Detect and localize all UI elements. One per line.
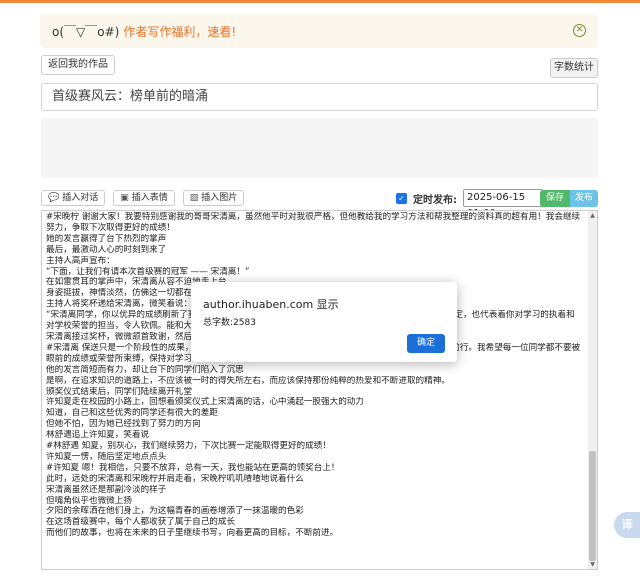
speech-bubble-icon: 💬: [48, 193, 60, 203]
notice-banner: o(￣▽￣o#) 作者写作福利，速看! ✕: [40, 14, 598, 48]
editor-line: 许知夏走在校园的小路上，回想着颁奖仪式上宋清离的话，心中涌起一股强大的动力: [46, 397, 364, 408]
editor-line: 最后，最激动人心的时刻到来了: [46, 244, 167, 255]
editor-scrollbar[interactable]: ▲ ▼: [588, 211, 597, 569]
top-accent-bar: [0, 0, 640, 3]
editor-line: 但她不怕，因为她已经找到了努力的方向: [46, 419, 201, 430]
editor-line: “下面，让我们有请本次首级赛的冠军 —— 宋清离！”: [46, 266, 250, 277]
scrollbar-thumb[interactable]: [589, 451, 596, 561]
dialog-ok-button[interactable]: 确定: [407, 334, 445, 353]
chapter-content-editor[interactable]: #宋晚柠 谢谢大家！我要特别感谢我的哥哥宋清离，虽然他平时对我很严格，但他教给我…: [41, 210, 598, 570]
editor-line: 此时，远处的宋清离和宋晚柠并肩走着，宋晚柠叽叽喳喳地说着什么: [46, 473, 304, 484]
editor-line: 主持人高声宣布：: [46, 255, 115, 266]
editor-line: 颁奖仪式结束后，同学们陆续离开礼堂: [46, 386, 193, 397]
dialog-title: author.ihuaben.com 显示: [203, 298, 339, 311]
editor-line: 宋清离虽然还是那副冷淡的样子: [46, 484, 167, 495]
editor-line: 许知夏一愣，随后坚定地点点头: [46, 451, 167, 462]
scheduled-publish-label: 定时发布:: [413, 194, 457, 206]
back-to-works-button[interactable]: 返回我的作品: [41, 55, 115, 75]
save-button[interactable]: 保存: [540, 190, 570, 207]
editor-line: 她的发言赢得了台下热烈的掌声: [46, 233, 167, 244]
editor-line: 夕阳的余晖洒在他们身上，为这幅青春的画卷增添了一抹温暖的色彩: [46, 506, 304, 517]
editor-line: 他的发言简短而有力，却让台下的同学们陷入了沉思: [46, 364, 244, 375]
image-icon: ▨: [189, 193, 199, 203]
editor-line: 而他们的故事，也将在未来的日子里继续书写，向着更高的目标，不断前进。: [46, 528, 339, 539]
editor-line: 但嘴角似乎也微微上扬: [46, 495, 132, 506]
editor-line: 知道，自己和这些优秀的同学还有很大的差距: [46, 408, 218, 419]
dialog-message: 总字数:2583: [203, 318, 256, 328]
emoji-icon: ▣: [120, 193, 129, 203]
insert-image-button[interactable]: ▨ 插入图片: [182, 190, 245, 206]
publish-datetime-input[interactable]: 2025-06-15 01:00: [463, 189, 543, 219]
notice-emoticon: o(￣▽￣o#): [52, 24, 120, 39]
publish-button[interactable]: 发布: [570, 190, 598, 207]
editor-line: #林舒遇 知夏，别灰心，我们继续努力，下次比赛一定能取得更好的成绩！: [46, 441, 331, 452]
translate-float-button[interactable]: 译: [614, 512, 640, 538]
insert-dialog-button[interactable]: 💬 插入对话: [41, 190, 106, 206]
editor-line: #许知夏 嗯！我相信，只要不放弃，总有一天，我也能站在更高的领奖台上！: [46, 462, 340, 473]
editor-line: #宋晚柠 谢谢大家！我要特别感谢我的哥哥宋清离，虽然他平时对我很严格，但他教给我…: [46, 212, 581, 233]
scheduled-publish-checkbox[interactable]: ✓: [396, 192, 407, 204]
editor-line: 是啊，在追求知识的道路上，不应该被一时的得失所左右，而应该保持那份纯粹的热爱和不…: [46, 375, 450, 386]
editor-toolbar: 💬 插入对话 ▣ 插入表情 ▨ 插入图片: [41, 190, 245, 208]
author-note-area[interactable]: [41, 118, 598, 178]
scheduled-publish: ✓ 定时发布: 2025-06-15 01:00: [396, 188, 543, 219]
editor-line: 在这场首级赛中，每个人都收获了属于自己的成长: [46, 517, 236, 528]
notice-link[interactable]: 作者写作福利，速看!: [123, 23, 236, 40]
editor-line: 林舒遇追上许知夏，笑着说: [46, 430, 150, 441]
word-count-button[interactable]: 字数统计: [550, 58, 598, 78]
scroll-up-arrow-icon[interactable]: ▲: [588, 211, 597, 220]
alert-dialog: author.ihuaben.com 显示 总字数:2583 确定: [191, 282, 457, 362]
chapter-title-input[interactable]: 首级赛风云：榜单前的暗涌: [41, 83, 598, 111]
editor-text: #宋晚柠 谢谢大家！我要特别感谢我的哥哥宋清离，虽然他平时对我很严格，但他教给我…: [42, 211, 587, 540]
scroll-down-arrow-icon[interactable]: ▼: [588, 560, 597, 569]
close-circle-icon[interactable]: ✕: [573, 24, 586, 37]
insert-emoji-button[interactable]: ▣ 插入表情: [113, 190, 175, 206]
